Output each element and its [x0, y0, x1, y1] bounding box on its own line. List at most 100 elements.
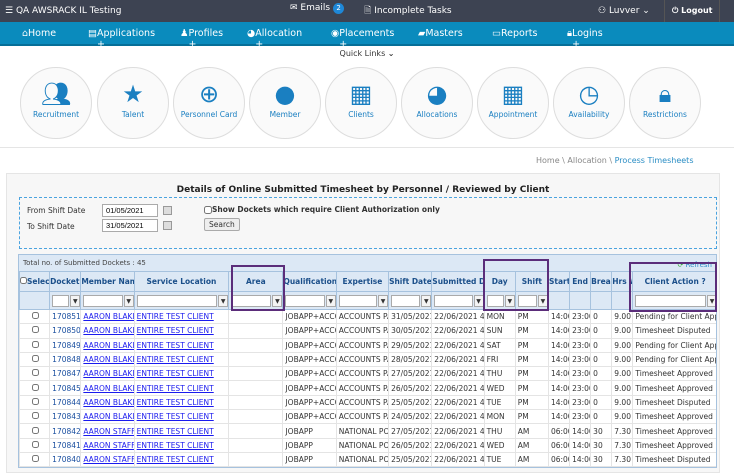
quick-link-appointment[interactable]: ▦ Appointment	[477, 67, 549, 139]
service-location[interactable]: ENTIRE TEST CLIENT	[133, 308, 230, 325]
nav-allocation[interactable]: ◕ Allocation +	[247, 28, 302, 50]
member-name[interactable]: AARON BLAKE	[80, 366, 135, 382]
filter-icon[interactable]: ▼	[325, 294, 336, 307]
row-checkbox[interactable]	[32, 312, 40, 320]
column-filter-input[interactable]	[52, 294, 70, 307]
client-auth-checkbox[interactable]	[204, 206, 212, 214]
column-header[interactable]: Start	[547, 271, 571, 292]
nav-logins[interactable]: 🔒︎ Logins +	[567, 28, 603, 50]
area	[228, 423, 284, 439]
row-checkbox[interactable]	[32, 440, 40, 448]
service-location[interactable]: ENTIRE TEST CLIENT	[133, 437, 230, 453]
service-location[interactable]: ENTIRE TEST CLIENT	[133, 394, 230, 411]
search-button[interactable]: Search	[204, 218, 240, 231]
to-date-input[interactable]	[102, 219, 158, 232]
qualification: JOBAPP	[282, 451, 337, 467]
quick-link-allocations[interactable]: ◕ Allocations	[401, 67, 473, 139]
column-header[interactable]: Member Name	[80, 271, 135, 292]
row-checkbox[interactable]	[32, 426, 40, 434]
filter-icon[interactable]: ▼	[218, 294, 228, 307]
row-checkbox[interactable]	[32, 412, 40, 420]
incomplete-tasks-link[interactable]: 🗎 Incomplete Tasks	[364, 3, 452, 19]
column-header[interactable]: Service Location	[133, 271, 230, 292]
shift: PM	[514, 308, 549, 325]
column-header[interactable]: Expertise	[335, 271, 390, 292]
logout-button[interactable]: ⏻ Logout	[664, 0, 721, 22]
row-checkbox[interactable]	[32, 397, 40, 405]
from-date-input[interactable]	[102, 204, 158, 217]
service-location[interactable]: ENTIRE TEST CLIENT	[133, 409, 230, 425]
service-location[interactable]: ENTIRE TEST CLIENT	[133, 380, 230, 396]
column-header[interactable]: Qualification	[282, 271, 337, 292]
row-checkbox[interactable]	[32, 340, 40, 348]
member-name[interactable]: AARON BLAKE	[80, 394, 135, 411]
service-location[interactable]: ENTIRE TEST CLIENT	[133, 451, 230, 467]
quick-link-availability[interactable]: ◷ Availability	[553, 67, 625, 139]
calendar-icon[interactable]	[163, 221, 172, 230]
shift: PM	[514, 409, 549, 425]
day: THU	[483, 423, 516, 439]
member-name[interactable]: AARON STAFFORD	[80, 423, 135, 439]
member-name[interactable]: AARON BLAKE	[80, 409, 135, 425]
column-header[interactable]: Shift Date	[388, 271, 433, 292]
column-header[interactable]: Select	[19, 271, 51, 292]
incomplete-label: Incomplete Tasks	[374, 6, 452, 16]
breadcrumb-home[interactable]: Home	[536, 156, 560, 165]
nav-profiles[interactable]: ♟ Profiles +	[180, 28, 223, 50]
nav-applications[interactable]: ▤ Applications +	[88, 28, 155, 50]
column-header[interactable]: Break	[590, 271, 613, 292]
column-filter-input[interactable]	[285, 294, 325, 307]
column-label: Member Name	[81, 277, 133, 286]
column-header[interactable]: Docket No	[49, 271, 82, 292]
breadcrumb-allocation[interactable]: Allocation	[567, 156, 606, 165]
column-header[interactable]: End	[569, 271, 592, 292]
row-checkbox[interactable]	[32, 369, 40, 377]
column-header[interactable]: Submitted Date	[431, 271, 485, 292]
shift-date: 29/05/2021	[388, 337, 433, 353]
quick-link-personnel-card[interactable]: ⊕ Personnel Card	[173, 67, 245, 139]
nav-home[interactable]: ⌂ Home	[22, 28, 56, 39]
quick-link-restrictions[interactable]: 🔒︎ Restrictions	[629, 67, 701, 139]
member-name[interactable]: AARON STAFFORD	[80, 451, 135, 467]
app-title[interactable]: ☰ QA AWSRACK IL Testing	[5, 6, 121, 16]
quick-link-member[interactable]: ● Member	[249, 67, 321, 139]
submitted-date: 22/06/2021 4:17	[431, 423, 485, 439]
filter-icon[interactable]: ▼	[421, 294, 431, 307]
service-location[interactable]: ENTIRE TEST CLIENT	[133, 366, 230, 382]
quick-link-recruitment[interactable]: 👥︎ Recruitment	[20, 67, 92, 139]
member-name[interactable]: AARON BLAKE	[80, 351, 135, 368]
dockets-table: SelectDocket NoMember Name Service Locati…	[19, 271, 716, 467]
service-location[interactable]: ENTIRE TEST CLIENT	[133, 423, 230, 439]
column-filter-input[interactable]	[338, 294, 378, 307]
column-filter-input[interactable]	[136, 294, 218, 307]
column-filter-input[interactable]	[434, 294, 473, 307]
select-all-checkbox[interactable]	[20, 277, 27, 284]
member-name[interactable]: AARON BLAKE	[80, 337, 135, 353]
nav-placements[interactable]: ◉ Placements +	[331, 28, 394, 50]
row-checkbox[interactable]	[32, 455, 40, 463]
row-checkbox[interactable]	[32, 383, 40, 391]
nav-masters[interactable]: ▰ Masters	[418, 28, 463, 39]
member-name[interactable]: AARON BLAKE	[80, 323, 135, 339]
column-filter-input[interactable]	[83, 294, 123, 307]
member-name[interactable]: AARON BLAKE	[80, 308, 135, 325]
emails-link[interactable]: ✉ Emails 2	[290, 3, 345, 19]
service-location[interactable]: ENTIRE TEST CLIENT	[133, 323, 230, 339]
pie-chart-icon: ◕	[426, 80, 448, 108]
quick-link-talent[interactable]: ★ Talent	[97, 67, 169, 139]
row-checkbox[interactable]	[32, 355, 40, 363]
member-name[interactable]: AARON STAFFORD	[80, 437, 135, 453]
row-checkbox[interactable]	[32, 326, 40, 334]
column-label: Docket No	[50, 277, 80, 286]
column-filter-input[interactable]	[391, 294, 421, 307]
calendar-icon[interactable]	[163, 206, 172, 215]
service-location[interactable]: ENTIRE TEST CLIENT	[133, 337, 230, 353]
user-menu[interactable]: ⚇ Luvver ⌄	[598, 6, 650, 16]
service-location[interactable]: ENTIRE TEST CLIENT	[133, 351, 230, 368]
filter-icon[interactable]: ▼	[378, 294, 388, 307]
member-name[interactable]: AARON BLAKE	[80, 380, 135, 396]
filter-icon[interactable]: ▼	[70, 294, 80, 307]
filter-icon[interactable]: ▼	[123, 294, 134, 307]
nav-reports[interactable]: ▭ Reports	[492, 28, 537, 39]
quick-link-clients[interactable]: ▦ Clients	[325, 67, 397, 139]
